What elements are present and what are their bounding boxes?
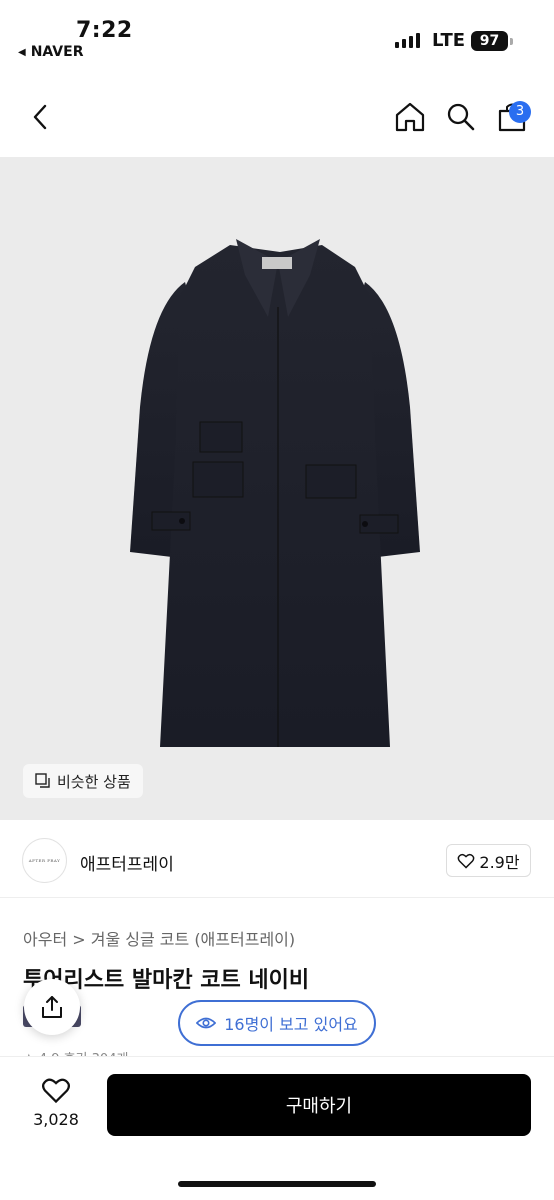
rating-summary: ★ 4.9 후기 304개 — [23, 1048, 128, 1056]
wishlist-count: 3,028 — [33, 1110, 79, 1129]
search-icon[interactable] — [443, 99, 479, 135]
home-icon[interactable] — [392, 99, 428, 135]
buy-button[interactable]: 구매하기 — [107, 1074, 531, 1136]
similar-products-button[interactable]: 비슷한 상품 — [23, 764, 143, 798]
share-button[interactable] — [24, 979, 80, 1035]
similar-icon — [35, 773, 50, 788]
brand-row: AFTER PRAY 애프터프레이 2.9만 — [0, 822, 554, 898]
heart-icon — [42, 1078, 70, 1104]
breadcrumb[interactable]: 아우터 > 겨울 싱글 코트 (애프터프레이) — [23, 926, 295, 950]
brand-like-button[interactable]: 2.9만 — [446, 844, 531, 877]
top-nav — [0, 85, 554, 155]
brand-name[interactable]: 애프터프레이 — [80, 850, 174, 875]
battery-tip — [510, 38, 513, 45]
share-icon — [42, 996, 62, 1018]
back-to-app-link[interactable]: ◀ NAVER — [18, 44, 83, 60]
status-time: 7:22 — [76, 18, 133, 43]
similar-products-label: 비슷한 상품 — [57, 772, 131, 791]
back-app-label: NAVER — [30, 44, 84, 60]
home-indicator[interactable] — [178, 1181, 376, 1187]
brand-logo[interactable]: AFTER PRAY — [22, 838, 67, 883]
network-label: LTE — [432, 30, 466, 51]
viewers-label: 16명이 보고 있어요 — [224, 1015, 358, 1034]
heart-icon — [458, 853, 475, 869]
signal-icon — [395, 32, 420, 48]
viewers-badge: 16명이 보고 있어요 — [178, 1000, 376, 1046]
product-image[interactable] — [0, 157, 554, 820]
back-icon[interactable] — [22, 99, 58, 135]
back-triangle-icon: ◀ — [18, 46, 26, 58]
coat-illustration — [130, 239, 420, 747]
cart-count-badge: 3 — [509, 101, 531, 123]
wishlist-button[interactable]: 3,028 — [18, 1077, 94, 1129]
status-bar: 7:22 ◀ NAVER LTE 97 — [0, 0, 554, 80]
brand-like-count: 2.9만 — [479, 852, 520, 872]
eye-icon — [196, 1017, 217, 1029]
bottom-action-bar: 3,028 구매하기 — [0, 1056, 554, 1200]
battery-icon: 97 — [471, 31, 508, 51]
